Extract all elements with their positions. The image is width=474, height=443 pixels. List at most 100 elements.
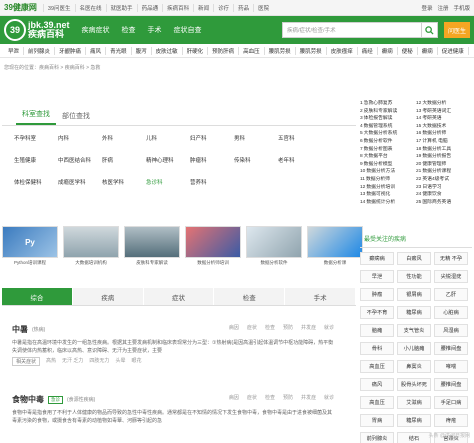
ranking-item[interactable]: 1急救心肺复苏 — [360, 100, 416, 108]
hot-keyword[interactable]: 便秘 — [398, 46, 418, 55]
disease-name[interactable]: 中暑 — [12, 324, 28, 335]
thumbnail-card[interactable]: 数据分析软件 — [246, 226, 302, 266]
popular-disease-item[interactable]: 无精 不孕 — [434, 252, 468, 265]
tab-exam[interactable]: 检查 — [214, 288, 286, 305]
department-item[interactable]: 五官科 — [278, 134, 322, 142]
hot-keyword[interactable]: 皮肤过敏 — [152, 46, 183, 55]
ranking-item[interactable]: 5大数据分析系统 — [360, 130, 416, 138]
search-input[interactable]: 疾病/症状/检查/手术 — [282, 22, 422, 38]
ranking-item[interactable]: 4数据管理系统 — [360, 123, 416, 131]
hot-keyword[interactable]: 癫痫 — [378, 46, 398, 55]
popular-disease-item[interactable]: 小儿脑瘫 — [397, 342, 431, 355]
ranking-item[interactable]: 23日语学习 — [416, 184, 472, 192]
hot-keyword[interactable]: 牙龈肿痛 — [55, 46, 87, 55]
tab-overview[interactable]: 综合 — [2, 288, 73, 305]
ranking-item[interactable]: 15大数据技术 — [416, 123, 472, 131]
hot-keyword[interactable]: 腰肌劳损 — [296, 46, 327, 55]
thumbnail-card[interactable]: 数据分析师培训 — [185, 226, 241, 266]
popular-disease-item[interactable]: 哮喘 — [434, 360, 468, 373]
popular-disease-item[interactable]: 糖尿病 — [397, 306, 431, 319]
department-item[interactable]: 核医学科 — [102, 178, 146, 186]
ranking-item[interactable]: 24健康饮食 — [416, 191, 472, 199]
ranking-item[interactable]: 14考研英语 — [416, 115, 472, 123]
top-nav-item[interactable]: 药品 — [233, 3, 253, 12]
search-button[interactable] — [422, 22, 438, 38]
tab-disease[interactable]: 疾病 — [72, 288, 144, 305]
main-nav-item[interactable]: 检查 — [116, 25, 142, 35]
popular-disease-item[interactable]: 银屑病 — [397, 288, 431, 301]
disease-link[interactable]: 就诊 — [324, 394, 334, 401]
department-item[interactable]: 老年科 — [278, 156, 322, 164]
ranking-item[interactable]: 12数据分析培训 — [360, 184, 416, 192]
popular-disease-item[interactable]: 尖锐湿疣 — [434, 270, 468, 283]
login-link[interactable]: 登录 — [421, 4, 432, 12]
ranking-item[interactable]: 3体检报告解读 — [360, 115, 416, 123]
ranking-item[interactable]: 25国际商务英语 — [416, 199, 472, 207]
hot-keyword[interactable]: 高血压 — [239, 46, 265, 55]
ranking-item[interactable]: 9数据分析模型 — [360, 161, 416, 169]
hot-keyword[interactable]: 痛风 — [86, 46, 107, 55]
ranking-item[interactable]: 22英语4级考试 — [416, 176, 472, 184]
popular-disease-item[interactable]: 癫痫病 — [360, 252, 394, 265]
top-nav-item[interactable]: 药品通 — [136, 3, 163, 12]
disease-link[interactable]: 并发症 — [301, 324, 316, 331]
disease-link[interactable]: 检查 — [265, 394, 275, 401]
ranking-item[interactable]: 8大数据平台 — [360, 153, 416, 161]
ranking-item[interactable]: 7数据分析图表 — [360, 146, 416, 154]
popular-disease-item[interactable]: 风湿病 — [434, 324, 468, 337]
popular-disease-item[interactable]: 心脏病 — [434, 306, 468, 319]
related-symptoms-label[interactable]: 相关症状 — [12, 357, 41, 366]
top-nav-item[interactable]: 名医在线 — [74, 3, 106, 12]
thumbnail-card[interactable]: 皮肤科专家解读 — [124, 226, 180, 266]
symptom-tag[interactable]: 高热 — [46, 357, 56, 366]
main-nav-item[interactable]: 症状自查 — [168, 25, 208, 35]
symptom-tag[interactable]: 无汗 乏力 — [62, 357, 83, 366]
tab-surgery[interactable]: 手术 — [285, 288, 356, 305]
department-item[interactable]: 男科 — [234, 134, 278, 142]
department-item[interactable]: 妇产科 — [190, 134, 234, 142]
department-item[interactable]: 营养科 — [190, 178, 234, 186]
top-nav-item[interactable]: 医院 — [253, 3, 273, 12]
tab-symptom[interactable]: 症状 — [143, 288, 215, 305]
department-item[interactable]: 肝病 — [102, 156, 146, 164]
popular-disease-item[interactable]: 乙肝 — [434, 288, 468, 301]
popular-disease-item[interactable]: 股骨头坏死 — [397, 378, 431, 391]
department-item[interactable]: 外科 — [102, 134, 146, 142]
disease-link[interactable]: 就诊 — [324, 324, 334, 331]
popular-disease-item[interactable]: 胃病 — [360, 414, 394, 427]
disease-link[interactable]: 病因 — [229, 324, 239, 331]
ask-doctor-button[interactable]: 问医生 — [444, 22, 470, 38]
department-item[interactable]: 儿科 — [146, 134, 190, 142]
disease-link[interactable]: 病因 — [229, 394, 239, 401]
top-nav-item[interactable]: 39问医生 — [42, 3, 75, 12]
hot-keyword[interactable]: 癫痫 — [418, 46, 438, 55]
popular-disease-item[interactable]: 肿瘤 — [360, 288, 394, 301]
register-link[interactable]: 注册 — [437, 4, 448, 12]
ranking-item[interactable]: 21数据分析课程 — [416, 168, 472, 176]
popular-disease-item[interactable]: 结石 — [397, 432, 431, 443]
popular-disease-item[interactable]: 脑瘫 — [360, 324, 394, 337]
department-item[interactable]: 生殖健康 — [14, 156, 58, 164]
top-nav-item[interactable]: 疾病百科 — [162, 3, 193, 12]
hot-keyword[interactable]: 腹泻 — [132, 46, 152, 55]
popular-disease-item[interactable]: 手足口病 — [434, 396, 468, 409]
disease-link[interactable]: 检查 — [265, 324, 275, 331]
ranking-item[interactable]: 19数据分析报告 — [416, 153, 472, 161]
hot-keyword[interactable]: 前列腺炎 — [24, 46, 56, 55]
ranking-item[interactable]: 12大数据分析 — [416, 100, 472, 108]
main-nav-item[interactable]: 手术 — [142, 25, 168, 35]
popular-disease-item[interactable]: 白癜风 — [397, 252, 431, 265]
popular-disease-item[interactable]: 高血压 — [360, 396, 394, 409]
disease-link[interactable]: 症状 — [247, 394, 257, 401]
department-item[interactable]: 中西医结合科 — [58, 156, 102, 164]
disease-link[interactable]: 症状 — [247, 324, 257, 331]
popular-disease-item[interactable]: 糖尿病 — [397, 414, 431, 427]
ranking-item[interactable]: 2皮肤科专家解读 — [360, 108, 416, 116]
popular-disease-item[interactable]: 痛风 — [360, 378, 394, 391]
disease-name[interactable]: 食物中毒 — [12, 394, 44, 405]
ranking-item[interactable]: 13数据可视化 — [360, 191, 416, 199]
hot-keyword[interactable]: 腰肌劳损 — [265, 46, 296, 55]
popular-disease-item[interactable]: 支气管炎 — [397, 324, 431, 337]
ranking-item[interactable]: 17计算机 电脑 — [416, 138, 472, 146]
department-item[interactable]: 精神心理科 — [146, 156, 190, 164]
